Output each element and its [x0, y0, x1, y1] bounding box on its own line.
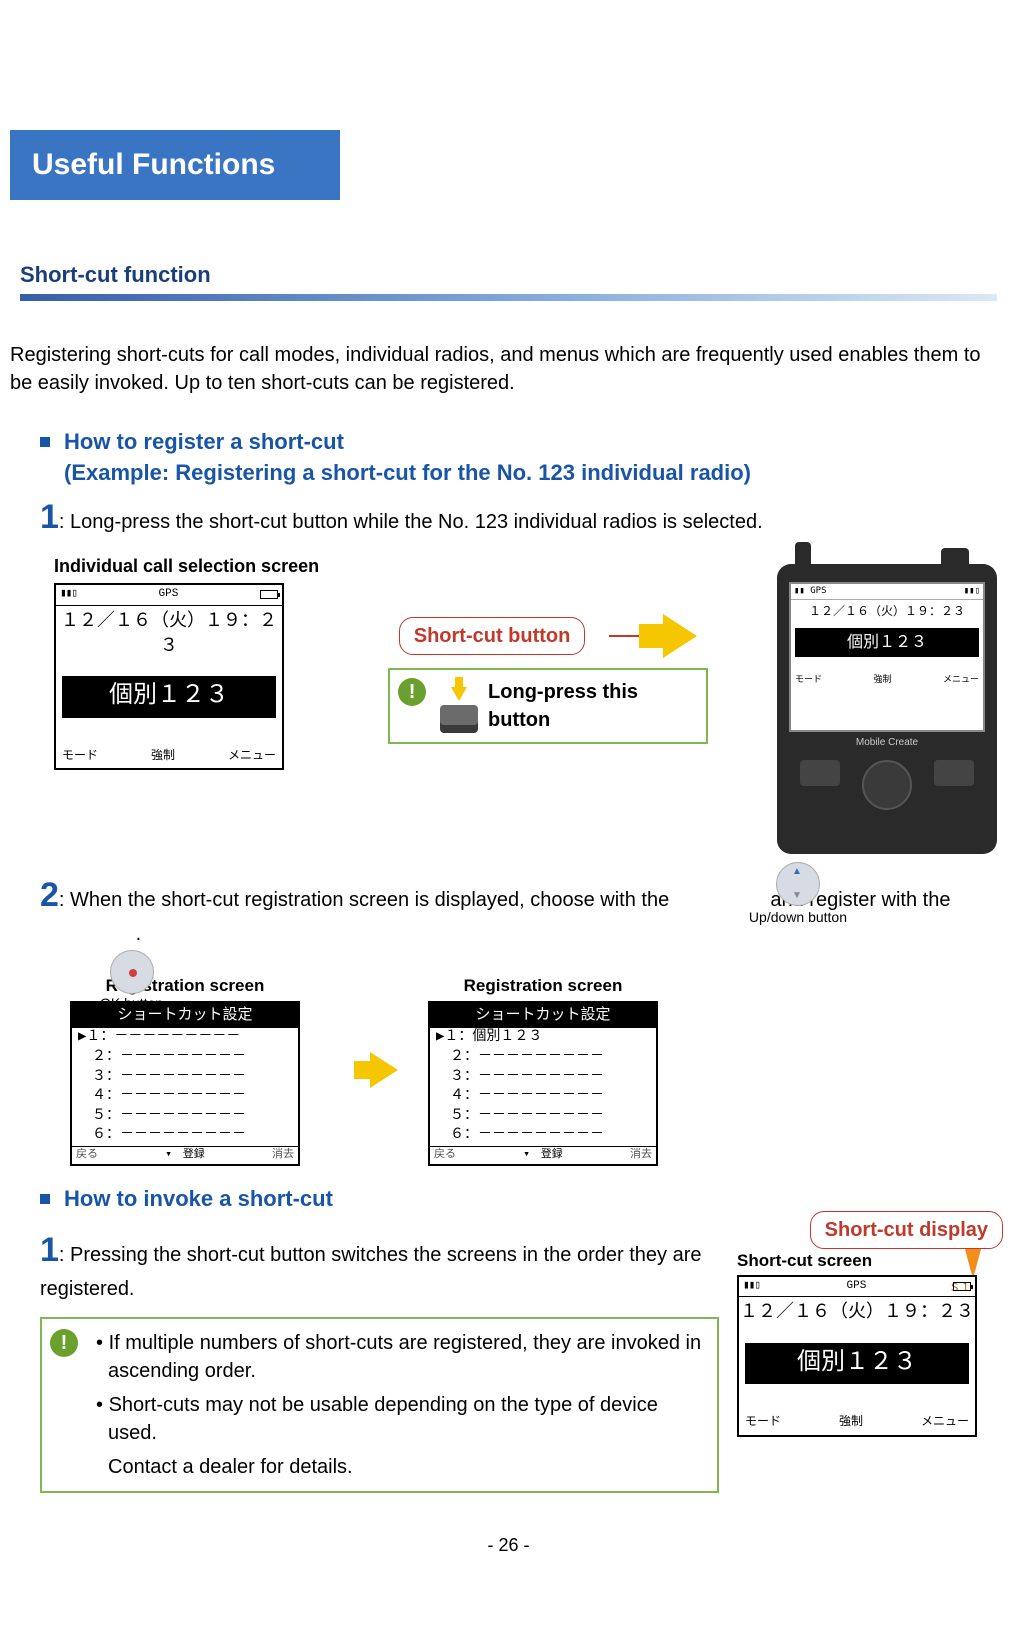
shortcut-screen-label: Short-cut screen [737, 1249, 997, 1273]
physical-button-icon [440, 705, 478, 725]
invoke-heading: How to invoke a short-cut [64, 1184, 333, 1215]
softkey-left: モード [62, 748, 98, 765]
invoke-note-box: ! If multiple numbers of short-cuts are … [40, 1317, 719, 1493]
step-number: 1 [40, 1227, 59, 1275]
step2-text-c: . [136, 923, 142, 945]
updown-caption: Up/down button [749, 908, 847, 928]
press-arrow-icon [451, 687, 467, 701]
note-item: Short-cuts may not be usable depending o… [96, 1391, 707, 1447]
shortcut-button-callout: Short-cut button [399, 617, 586, 655]
ok-caption: OK button [100, 994, 163, 1014]
radio-lcd-date: １２／１６（火）１９：２３ [791, 600, 983, 626]
reg-screen-label-right: Registration screen [464, 974, 623, 998]
register-heading-line1: How to register a short-cut [64, 427, 751, 458]
arrow-icon [663, 614, 697, 658]
arrow-icon [370, 1052, 398, 1088]
step-number: 2 [40, 872, 59, 920]
radio-lcd-main: 個別１２３ [795, 628, 979, 656]
softkey-mid: 強制 [151, 748, 175, 765]
note-subtext: Contact a dealer for details. [96, 1453, 707, 1481]
page-number: - 26 - [10, 1533, 1007, 1558]
individual-lcd: １２／１６（火）１９：２３ 個別１２３ モード 強制 メニュー [54, 583, 284, 770]
section-rule [20, 294, 997, 301]
page-title: Useful Functions [10, 130, 340, 200]
step1-text: : Long-press the short-cut button while … [59, 511, 763, 533]
register-heading-line2: (Example: Registering a short-cut for th… [64, 458, 751, 489]
updown-button-icon [776, 862, 820, 906]
shortcut-display-callout: Short-cut display [810, 1211, 1003, 1249]
bullet-icon [40, 1194, 50, 1204]
ok-button-icon [110, 950, 154, 994]
radio-device-graphic: ▮▮ GPS▮▮▯ １２／１６（火）１９：２３ 個別１２３ モード強制メニュー … [777, 564, 997, 854]
long-press-label: Long-press this button [488, 678, 696, 734]
bullet-icon [40, 437, 50, 447]
individual-screen-label: Individual call selection screen [54, 554, 319, 579]
alert-icon: ! [398, 678, 426, 706]
intro-paragraph: Registering short-cuts for call modes, i… [10, 341, 997, 397]
invoke-step1-text: : Pressing the short-cut button switches… [40, 1244, 701, 1300]
shortcut-lcd: Ｓ１ １２／１６（火）１９：２３ 個別１２３ モード 強制 メニュー [737, 1275, 977, 1437]
lcd-date: １２／１６（火）１９：２３ [56, 606, 282, 670]
lcd-main: 個別１２３ [62, 676, 276, 718]
step-number: 1 [40, 494, 59, 542]
softkey-right: メニュー [228, 748, 276, 765]
step2-text-a: : When the short-cut registration screen… [59, 889, 669, 911]
registration-lcd-filled: ショートカット設定 ▶１：個別１２３ ２：－－－－－－－－－ ３：－－－－－－－… [428, 1001, 658, 1166]
note-item: If multiple numbers of short-cuts are re… [96, 1329, 707, 1385]
registration-lcd-empty: ショートカット設定 ▶１：－－－－－－－－－ ２：－－－－－－－－－ ３：－－－… [70, 1001, 300, 1166]
section-heading: Short-cut function [20, 260, 997, 294]
radio-brand: Mobile Create [789, 736, 985, 750]
alert-icon: ! [50, 1329, 78, 1357]
reg-row: ▶１：－－－－－－－－－ [72, 1028, 298, 1048]
